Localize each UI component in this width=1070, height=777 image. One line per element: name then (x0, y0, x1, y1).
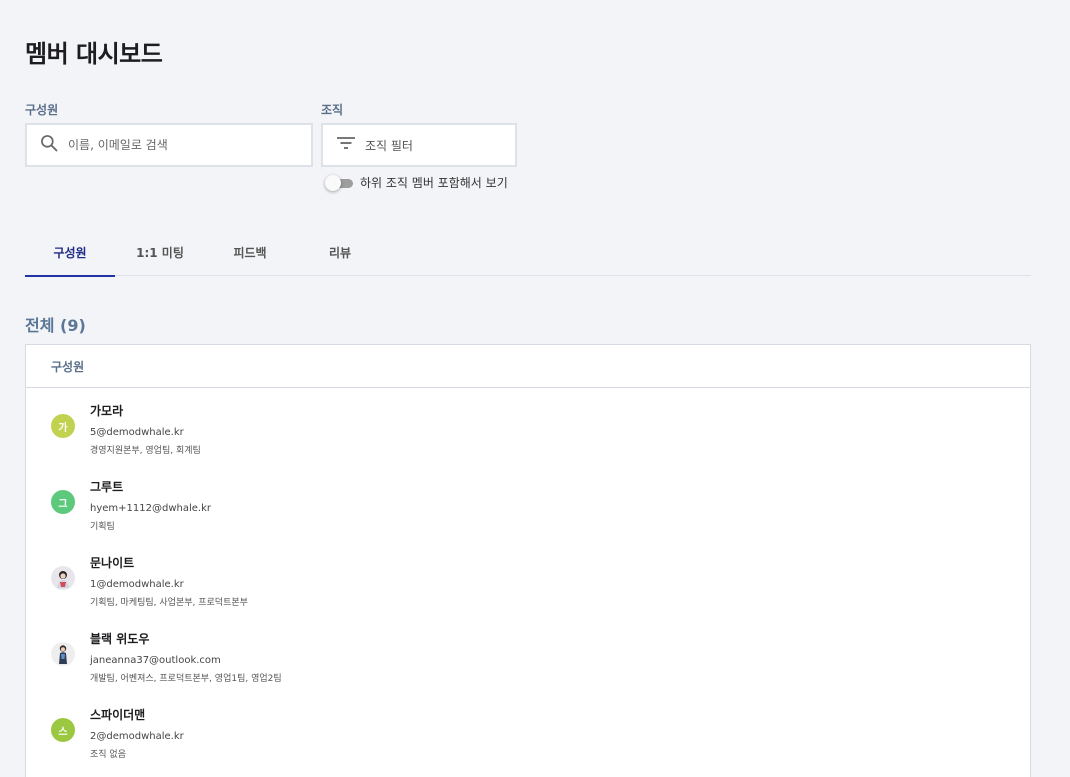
filter-icon (336, 135, 356, 155)
member-search-box[interactable] (25, 123, 313, 167)
table-header: 구성원 (26, 345, 1030, 388)
members-filter-label: 구성원 (25, 103, 59, 117)
search-icon (39, 133, 59, 157)
member-count-title: 전체 (9) (25, 316, 86, 335)
tab-one-on-one[interactable]: 1:1 미팅 (115, 228, 205, 276)
avatar-initial: 스 (58, 726, 68, 738)
table-row[interactable]: 그 그루트 hyem+1112@dwhale.kr 기획팀 (26, 464, 1030, 540)
avatar-photo-icon (57, 571, 69, 588)
member-name: 문나이트 (90, 556, 135, 570)
member-email: hyem+1112@dwhale.kr (90, 503, 211, 514)
table-row[interactable]: 스 스파이더맨 2@demodwhale.kr 조직 없음 (26, 692, 1030, 768)
member-orgs: 조직 없음 (90, 750, 126, 760)
member-name: 그루트 (90, 480, 124, 494)
include-sub-orgs-label: 하위 조직 멤버 포함해서 보기 (360, 176, 508, 190)
page-title: 멤버 대시보드 (25, 40, 163, 68)
table-row[interactable]: 문나이트 1@demodwhale.kr 기획팀, 마케팅팀, 사업본부, 프로… (26, 540, 1030, 616)
table-row[interactable]: 가 가모라 5@demodwhale.kr 경영지원본부, 영업팀, 회계팀 (26, 388, 1030, 464)
toggle-knob (325, 174, 341, 191)
member-email: janeanna37@outlook.com (90, 655, 221, 666)
member-email: 5@demodwhale.kr (90, 427, 184, 438)
avatar-initial: 그 (58, 498, 68, 510)
table-row[interactable]: 블랙 위도우 janeanna37@outlook.com 개발팀, 어벤져스,… (26, 616, 1030, 692)
member-name: 블랙 위도우 (90, 632, 150, 646)
org-filter-button[interactable]: 조직 필터 (321, 123, 517, 167)
org-filter-text: 조직 필터 (365, 138, 413, 153)
avatar (51, 642, 75, 666)
tab-members[interactable]: 구성원 (25, 228, 115, 277)
member-email: 1@demodwhale.kr (90, 579, 184, 590)
member-table: 구성원 가 가모라 5@demodwhale.kr 경영지원본부, 영업팀, 회… (25, 344, 1031, 777)
avatar: 그 (51, 490, 75, 514)
member-orgs: 개발팀, 어벤져스, 프로덕트본부, 영업1팀, 영업2팀 (90, 674, 282, 684)
member-email: 2@demodwhale.kr (90, 731, 184, 742)
search-input[interactable] (68, 138, 288, 152)
tab-feedback[interactable]: 피드백 (205, 228, 295, 276)
avatar-initial: 가 (58, 422, 68, 434)
member-info: 문나이트 1@demodwhale.kr 기획팀, 마케팅팀, 사업본부, 프로… (90, 554, 248, 608)
dashboard-tabs: 구성원 1:1 미팅 피드백 리뷰 (25, 228, 1031, 277)
member-info: 가모라 5@demodwhale.kr 경영지원본부, 영업팀, 회계팀 (90, 402, 201, 456)
member-info: 그루트 hyem+1112@dwhale.kr 기획팀 (90, 478, 211, 532)
member-info: 블랙 위도우 janeanna37@outlook.com 개발팀, 어벤져스,… (90, 630, 282, 684)
include-sub-orgs-toggle-row[interactable]: 하위 조직 멤버 포함해서 보기 (325, 174, 508, 191)
member-orgs: 경영지원본부, 영업팀, 회계팀 (90, 446, 201, 456)
avatar: 스 (51, 718, 75, 742)
avatar: 가 (51, 414, 75, 438)
avatar (51, 566, 75, 590)
member-orgs: 기획팀, 마케팅팀, 사업본부, 프로덕트본부 (90, 598, 248, 608)
member-dashboard-page: 멤버 대시보드 구성원 조직 조직 필터 하위 조직 멤버 포함해서 보기 (0, 0, 1070, 777)
member-orgs: 기획팀 (90, 522, 115, 532)
member-name: 스파이더맨 (90, 708, 146, 722)
include-sub-orgs-toggle[interactable] (325, 174, 354, 191)
member-name: 가모라 (90, 404, 124, 418)
avatar-photo-icon (59, 645, 67, 664)
tab-review[interactable]: 리뷰 (295, 228, 385, 276)
member-info: 스파이더맨 2@demodwhale.kr 조직 없음 (90, 706, 184, 760)
org-filter-label: 조직 (321, 103, 344, 117)
